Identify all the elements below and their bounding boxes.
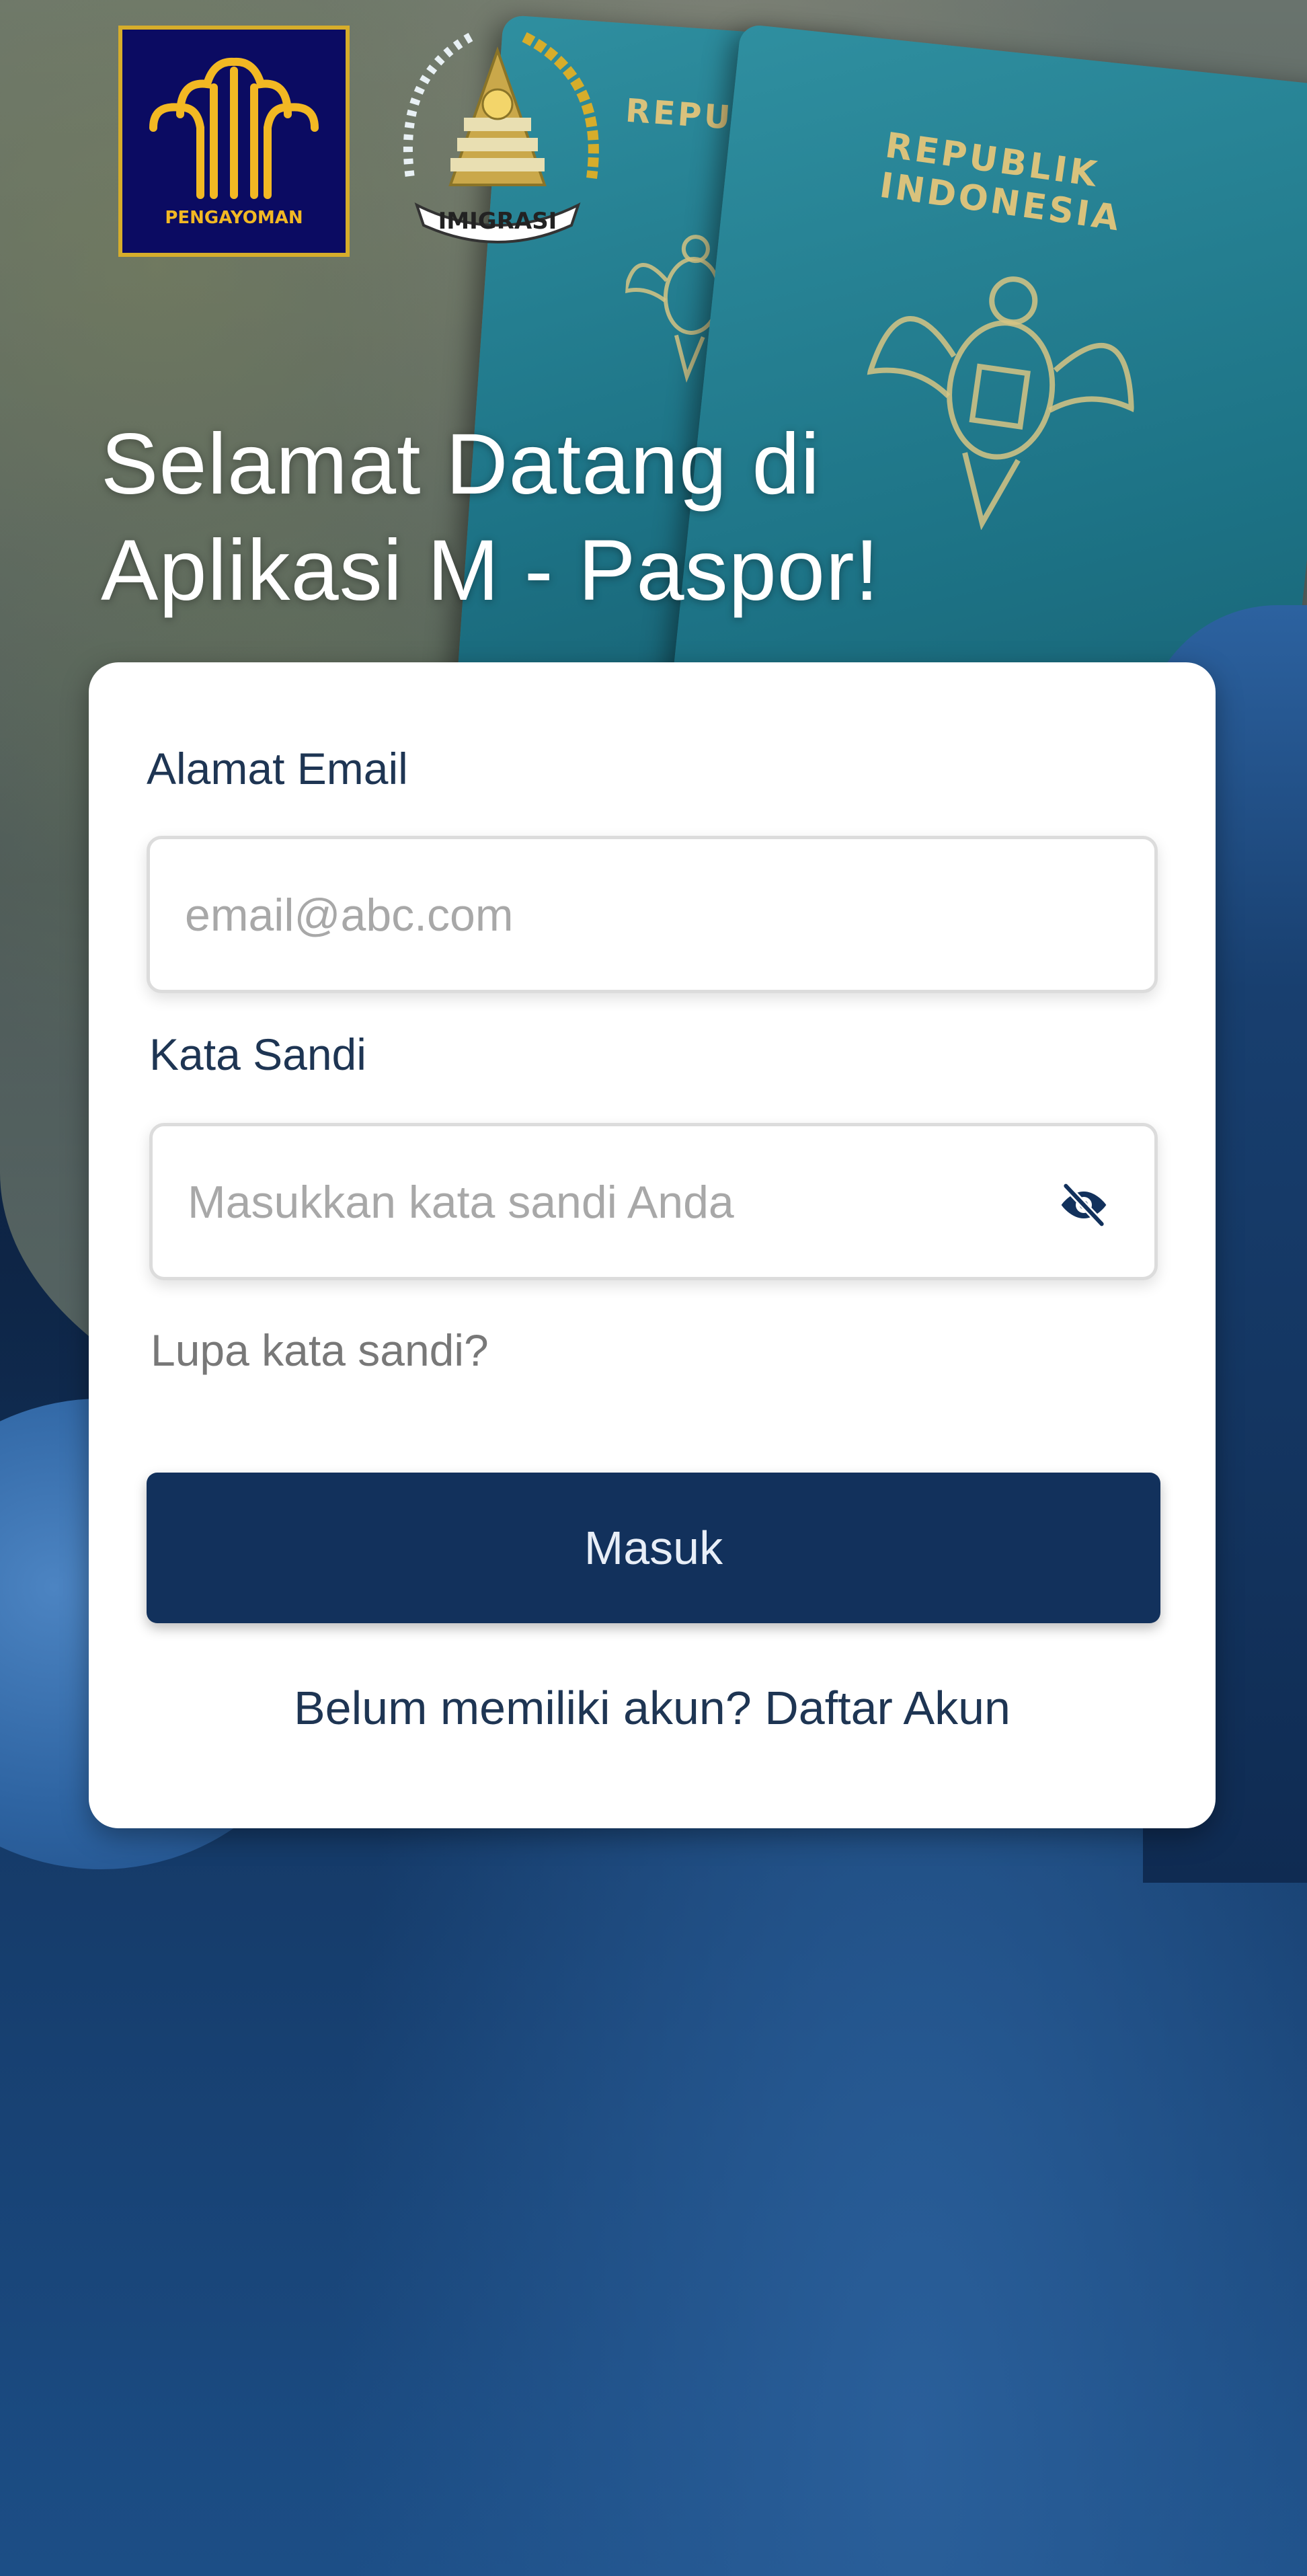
- eye-off-icon[interactable]: [1057, 1178, 1111, 1232]
- password-visibility-toggle[interactable]: [1054, 1175, 1114, 1235]
- imigrasi-logo: IMIGRASI: [370, 24, 625, 259]
- password-input[interactable]: [186, 1126, 1029, 1278]
- register-prompt-line: Belum memiliki akun? Daftar Akun: [89, 1681, 1216, 1735]
- register-link[interactable]: Daftar Akun: [764, 1682, 1011, 1734]
- welcome-title-line2: Aplikasi M - Paspor!: [101, 522, 880, 619]
- password-label: Kata Sandi: [149, 1029, 366, 1079]
- forgot-password-link[interactable]: Lupa kata sandi?: [151, 1325, 489, 1376]
- email-input[interactable]: [184, 839, 1027, 991]
- pengayoman-logo-text: PENGAYOMAN: [165, 208, 303, 228]
- password-field-container[interactable]: [149, 1123, 1158, 1280]
- pengayoman-logo: PENGAYOMAN: [118, 26, 350, 257]
- email-label: Alamat Email: [147, 744, 408, 793]
- pengayoman-tree-icon: PENGAYOMAN: [149, 57, 319, 228]
- welcome-title: Selamat Datang di Aplikasi M - Paspor!: [101, 412, 1109, 624]
- login-button[interactable]: Masuk: [147, 1473, 1160, 1623]
- imigrasi-emblem-icon: IMIGRASI: [403, 32, 599, 243]
- email-field-container[interactable]: [147, 836, 1158, 993]
- welcome-title-line1: Selamat Datang di: [101, 416, 821, 512]
- imigrasi-logo-text: IMIGRASI: [438, 208, 557, 235]
- register-prompt-text: Belum memiliki akun?: [293, 1682, 752, 1734]
- header-logos: PENGAYOMAN IMIGRASI: [118, 24, 625, 259]
- login-card: Alamat Email Kata Sandi Lupa kata sandi?…: [89, 662, 1216, 1828]
